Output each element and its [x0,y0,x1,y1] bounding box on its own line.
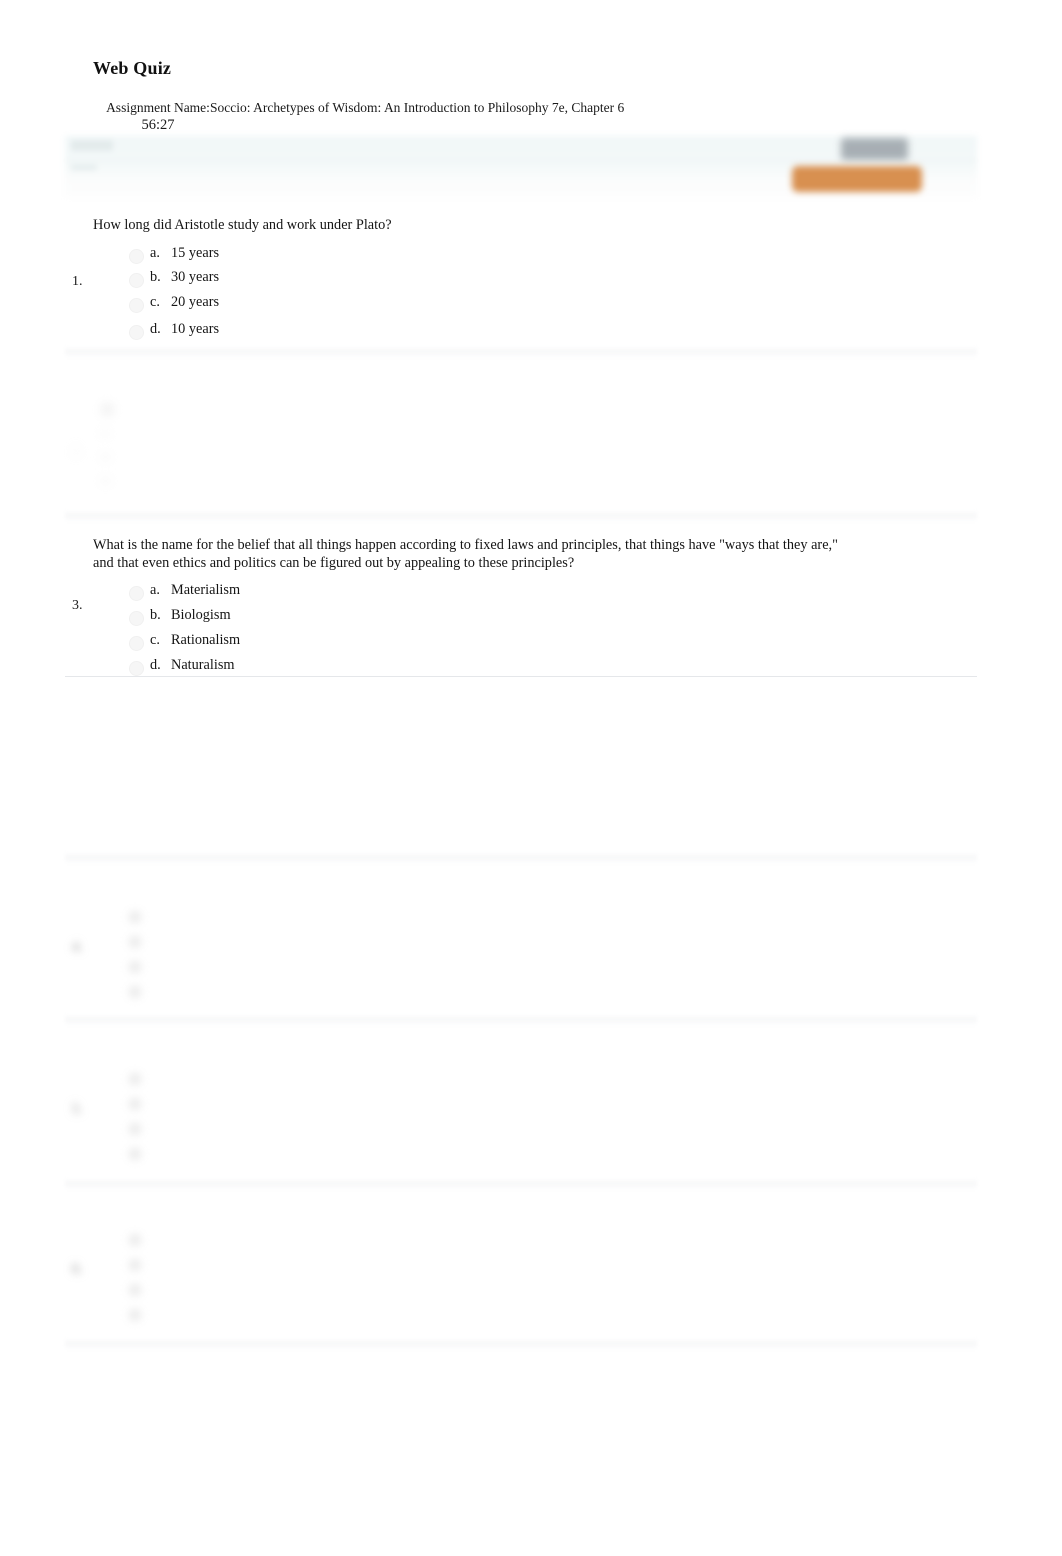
radio-button-icon[interactable] [129,1148,141,1160]
radio-button-icon[interactable] [129,611,144,626]
assignment-name-value: Soccio: Archetypes of Wisdom: An Introdu… [210,100,625,115]
question-number: 5. [72,1102,83,1117]
option-letter: c. [150,632,160,648]
toolbar-ghost-item [71,140,113,151]
question-separator [65,1178,977,1190]
question-separator [65,852,977,864]
radio-button-icon[interactable] [129,1234,141,1246]
question-number: 4. [72,940,83,955]
option-placeholder[interactable] [101,454,110,460]
radio-button-icon[interactable] [129,249,144,264]
option-label: Naturalism [171,657,235,673]
option-label: Materialism [171,582,241,598]
option-letter: a. [150,245,160,261]
question-separator [65,346,977,358]
radio-button-icon[interactable] [129,1123,141,1135]
question-block-4: 4. [65,878,977,1010]
question-block-5: 5. [65,1040,977,1172]
radio-button-icon[interactable] [129,636,144,651]
option-label: 30 years [171,269,220,285]
radio-button-icon[interactable] [129,986,141,998]
option-letter: b. [150,269,161,285]
radio-button-icon[interactable] [101,403,114,416]
radio-button-icon[interactable] [129,325,144,340]
question-text: How long did Aristotle study and work un… [93,217,392,233]
option-label: 10 years [171,321,220,337]
option-letter: b. [150,607,161,623]
option-placeholder[interactable] [101,431,109,437]
radio-button-icon[interactable] [129,1259,141,1271]
question-separator [65,676,977,677]
option-label: 20 years [171,294,220,310]
submit-button-label [792,166,922,192]
radio-button-icon[interactable] [129,936,141,948]
radio-button-icon[interactable] [129,586,144,601]
question-text: What is the name for the belief that all… [93,537,963,572]
radio-button-icon[interactable] [129,661,144,676]
question-block-6: 6. [65,1202,977,1334]
radio-button-icon[interactable] [129,961,141,973]
radio-button-icon[interactable] [129,1098,141,1110]
option-letter: c. [150,294,160,310]
question-separator [65,1338,977,1350]
question-block-2: 2. [65,398,977,506]
radio-button-icon[interactable] [129,1284,141,1296]
question-number: 3. [72,598,83,613]
question-number: 6. [72,1262,83,1277]
question-text-line2: and that even ethics and politics can be… [93,554,575,571]
option-letter: a. [150,582,160,598]
radio-button-icon[interactable] [129,273,144,288]
option-placeholder[interactable] [101,478,110,484]
option-letter: d. [150,321,161,337]
option-label: 15 years [171,245,220,261]
page-title: Web Quiz [93,58,172,78]
toolbar-ghost-item-secondary [71,165,97,170]
toolbar-secondary-button[interactable] [841,138,908,160]
option-letter: d. [150,657,161,673]
question-number: 2. [72,444,83,459]
option-label: Rationalism [171,632,241,648]
submit-button[interactable] [792,166,922,192]
radio-button-icon[interactable] [129,1309,141,1321]
toolbar-divider [65,160,977,161]
question-text-line1: What is the name for the belief that all… [93,537,838,553]
question-separator [65,1014,977,1026]
quiz-page: Web Quiz Assignment Name: 56:27 Soccio: … [0,0,1062,1556]
question-number: 1. [72,274,83,289]
radio-button-icon[interactable] [129,1073,141,1085]
option-label: Biologism [171,607,231,623]
quiz-timer: 56:27 [141,117,175,133]
radio-button-icon[interactable] [129,911,141,923]
radio-button-icon[interactable] [129,298,144,313]
question-separator [65,510,977,522]
assignment-meta: Assignment Name: 56:27 Soccio: Archetype… [65,100,977,134]
